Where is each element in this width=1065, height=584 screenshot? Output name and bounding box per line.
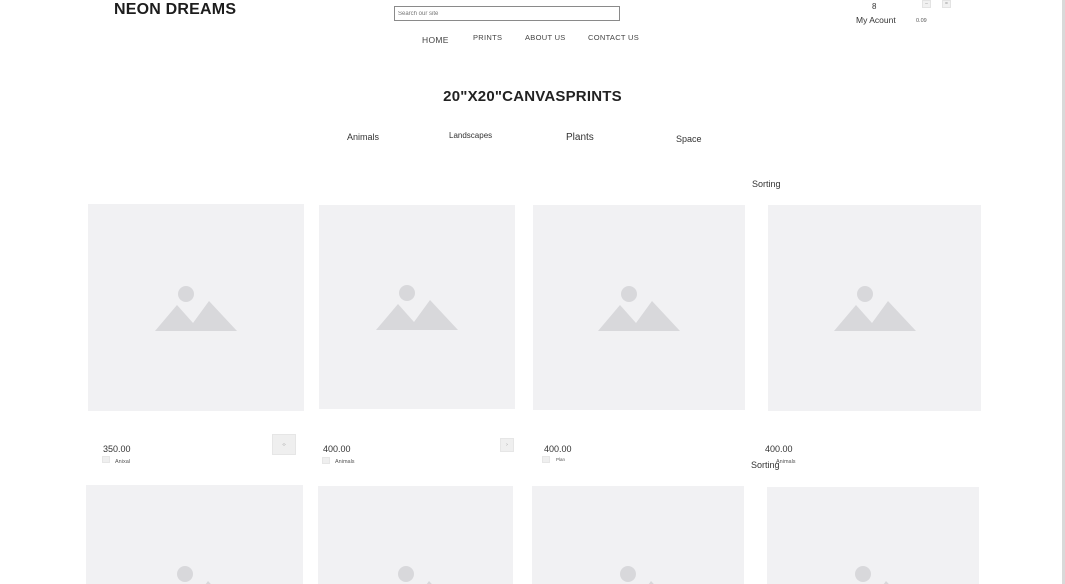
product-tag: Anixal bbox=[115, 459, 130, 465]
sorting-dropdown[interactable]: Sorting bbox=[751, 460, 780, 470]
product-image[interactable] bbox=[533, 205, 745, 410]
product-image[interactable] bbox=[318, 486, 513, 584]
image-placeholder-icon bbox=[155, 285, 237, 331]
brand-logo[interactable]: NEON DREAMS bbox=[114, 1, 236, 19]
product-checkbox[interactable] bbox=[542, 456, 550, 463]
product-image[interactable] bbox=[532, 486, 744, 584]
my-account-link[interactable]: My Acount bbox=[856, 15, 896, 25]
cart-icon[interactable]: – bbox=[922, 0, 931, 8]
product-checkbox[interactable] bbox=[322, 457, 330, 464]
nav-prints[interactable]: PRINTS bbox=[473, 33, 502, 42]
product-image[interactable] bbox=[86, 485, 303, 584]
product-image[interactable] bbox=[88, 204, 304, 411]
image-placeholder-icon bbox=[598, 285, 680, 331]
image-placeholder-icon bbox=[376, 285, 458, 330]
category-plants[interactable]: Plants bbox=[566, 132, 594, 143]
product-price: 400.00 bbox=[765, 444, 793, 454]
image-placeholder-icon bbox=[176, 566, 211, 584]
quick-view-button[interactable]: › bbox=[500, 438, 514, 452]
page-title: 20"X20"CANVASPRINTS bbox=[443, 88, 622, 105]
search-input[interactable] bbox=[394, 6, 620, 21]
nav-about-us[interactable]: ABOUT US bbox=[525, 33, 566, 42]
product-tag: Plan bbox=[556, 457, 566, 462]
product-price: 400.00 bbox=[323, 444, 351, 454]
image-placeholder-icon bbox=[397, 566, 432, 584]
nav-home[interactable]: HOME bbox=[422, 35, 449, 45]
nav-contact-us[interactable]: CONTACT US bbox=[588, 33, 639, 42]
product-checkbox[interactable] bbox=[102, 456, 110, 463]
image-placeholder-icon bbox=[855, 566, 889, 584]
product-image[interactable] bbox=[767, 487, 979, 584]
product-price: 350.00 bbox=[103, 444, 131, 454]
sorting-dropdown[interactable]: Sorting bbox=[752, 179, 781, 189]
image-placeholder-icon bbox=[833, 286, 916, 331]
account-count: 8 bbox=[872, 2, 877, 11]
product-image[interactable] bbox=[319, 205, 515, 409]
product-image[interactable] bbox=[768, 205, 981, 411]
category-space[interactable]: Space bbox=[676, 134, 702, 144]
image-placeholder-icon bbox=[620, 566, 654, 584]
category-landscapes[interactable]: Landscapes bbox=[449, 131, 492, 140]
menu-icon[interactable]: = bbox=[942, 0, 951, 8]
product-price: 400.00 bbox=[544, 444, 572, 454]
quick-view-button[interactable]: ‹› bbox=[272, 434, 296, 455]
cart-value: 0.09 bbox=[916, 18, 927, 24]
category-animals[interactable]: Animals bbox=[347, 132, 379, 142]
product-tag: Animals bbox=[335, 459, 355, 465]
